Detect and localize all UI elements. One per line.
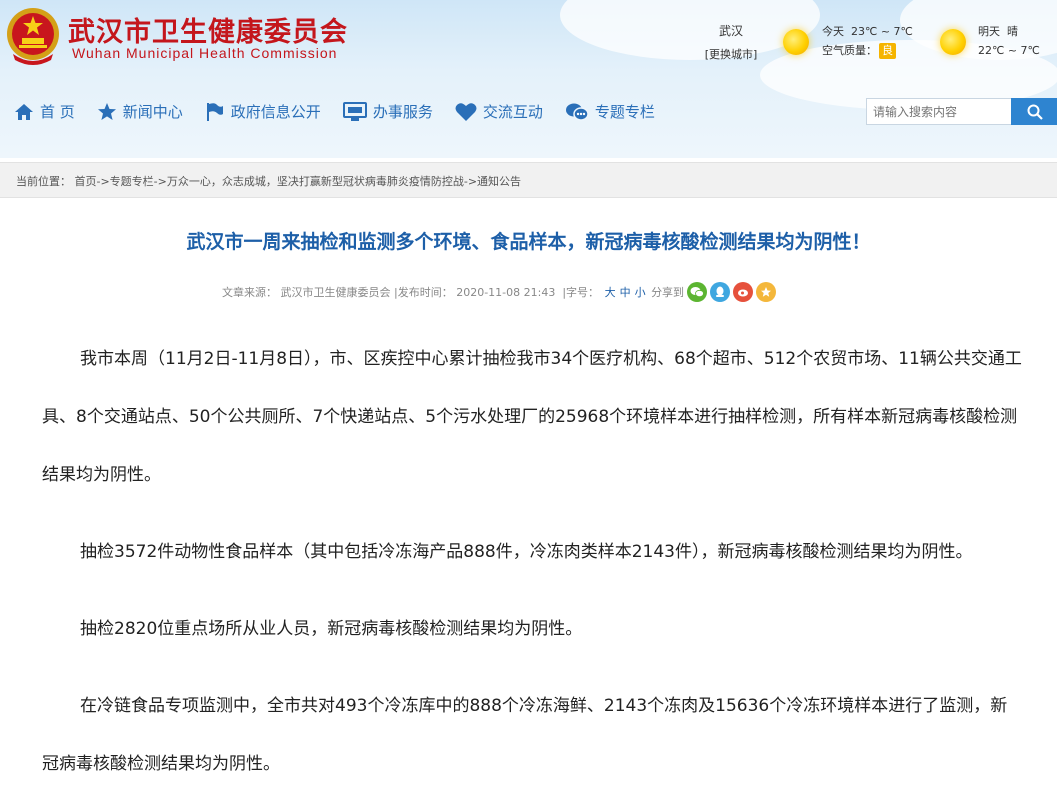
nav-item-label: 政府信息公开: [230, 103, 321, 121]
article-paragraph: 抽检2820位重点场所从业人员，新冠病毒核酸检测结果均为阴性。: [80, 619, 583, 639]
tomorrow-label: 明天: [978, 25, 1000, 38]
search-icon: [1027, 104, 1043, 120]
breadcrumb-path[interactable]: 首页->专题专栏->万众一心，众志成城，坚决打赢新型冠状病毒肺炎疫情防控战->通…: [75, 175, 522, 188]
nav-item-home[interactable]: 首 页: [14, 101, 75, 122]
today-temp: 23℃ ~ 7℃: [851, 25, 913, 38]
source-label: 文章来源：: [222, 286, 277, 299]
heart-icon: [455, 102, 477, 121]
article-paragraph: 我市本周（11月2日-11月8日），市、区疾控中心累计抽检我市34个医疗机构、6…: [42, 349, 1022, 485]
qq-share-icon[interactable]: [710, 282, 731, 302]
article-title: 武汉市一周来抽检和监测多个环境、食品样本，新冠病毒核酸检测结果均为阴性！: [186, 231, 871, 253]
tomorrow-temp: 22℃ ~ 7℃: [978, 44, 1040, 57]
cloud-decoration: [560, 0, 820, 60]
article-paragraph: 抽检3572件动物性食品样本（其中包括冷冻海产品888件，冷冻肉类样本2143件…: [80, 542, 973, 562]
search-button[interactable]: [1011, 98, 1057, 125]
nav-item-news[interactable]: 新闻中心: [97, 101, 183, 122]
air-quality-label: 空气质量：: [822, 44, 877, 57]
nav-item-interaction[interactable]: 交流互动: [455, 101, 543, 122]
weather-tomorrow: 明天 晴 22℃ ~ 7℃: [978, 22, 1040, 60]
chat-icon: [565, 103, 589, 121]
breadcrumb-label: 当前位置：: [16, 175, 71, 188]
weather-city: 武汉 [更换城市]: [702, 22, 760, 62]
site-header: 武汉市卫生健康委员会 Wuhan Municipal Health Commis…: [0, 0, 1057, 158]
font-size-label: |字号：: [562, 286, 600, 299]
flag-icon: [206, 102, 223, 121]
article-source: 武汉市卫生健康委员会: [280, 286, 391, 299]
date-label: |发布时间：: [394, 286, 453, 299]
article-date: 2020-11-08 21:43: [456, 285, 556, 299]
site-title: 武汉市卫生健康委员会: [68, 17, 348, 48]
nav-item-label: 首 页: [40, 103, 75, 121]
today-label: 今天: [822, 25, 844, 38]
weibo-share-icon[interactable]: [733, 282, 754, 302]
font-size-medium-button[interactable]: 中: [620, 284, 631, 300]
qzone-share-icon[interactable]: [756, 282, 777, 302]
nav-item-label: 办事服务: [372, 103, 433, 121]
nav-item-label: 专题专栏: [594, 103, 655, 121]
breadcrumb-text: 当前位置： 首页->专题专栏->万众一心，众志成城，坚决打赢新型冠状病毒肺炎疫情…: [16, 173, 521, 189]
site-title-english: Wuhan Municipal Health Commission: [72, 45, 338, 61]
weather-today: 今天 23℃ ~ 7℃ 空气质量：良: [822, 22, 913, 60]
national-emblem-logo: [7, 8, 59, 65]
share-label: 分享到: [651, 286, 685, 299]
nav-item-label: 新闻中心: [122, 103, 183, 121]
star-icon: [97, 103, 116, 120]
main-nav: 首 页 新闻中心 政府信息公开 办事服务 交流互动 专题专栏: [14, 101, 677, 122]
change-city-link[interactable]: [更换城市]: [702, 46, 760, 62]
nav-item-special-topics[interactable]: 专题专栏: [565, 101, 655, 122]
nav-item-label: 交流互动: [482, 103, 543, 121]
article-body: 我市本周（11月2日-11月8日），市、区疾控中心累计抽检我市34个医疗机构、6…: [42, 330, 1022, 812]
search-input[interactable]: [866, 98, 1018, 125]
sun-icon: [783, 29, 809, 55]
article-meta: 文章来源： 武汉市卫生健康委员会 |发布时间： 2020-11-08 21:43…: [222, 281, 777, 303]
font-size-large-button[interactable]: 大: [605, 284, 616, 300]
home-icon: [15, 103, 33, 120]
city-name: 武汉: [718, 24, 743, 38]
font-size-small-button[interactable]: 小: [635, 284, 646, 300]
search-bar: [866, 98, 1057, 125]
breadcrumb: 当前位置： 首页->专题专栏->万众一心，众志成城，坚决打赢新型冠状病毒肺炎疫情…: [0, 162, 1057, 198]
nav-item-services[interactable]: 办事服务: [342, 101, 433, 122]
wechat-share-icon[interactable]: [687, 282, 708, 302]
air-quality-badge: 良: [879, 43, 896, 59]
nav-item-gov-info[interactable]: 政府信息公开: [205, 101, 321, 122]
tomorrow-condition: 晴: [1007, 25, 1018, 38]
sun-icon: [940, 29, 966, 55]
monitor-icon: [342, 101, 367, 121]
